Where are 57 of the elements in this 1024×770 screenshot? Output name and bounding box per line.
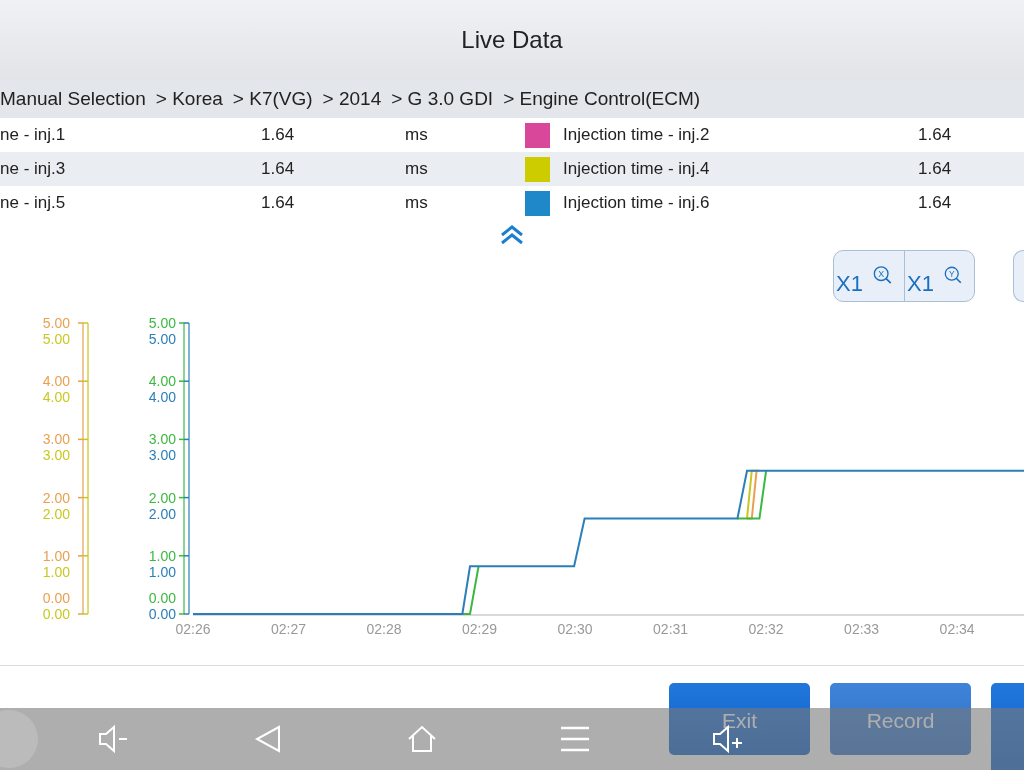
y-tick-label: 1.00 (42, 563, 70, 580)
x-tick-label: 02:33 (844, 621, 880, 637)
y-tick-label: 0.00 (42, 606, 70, 622)
y-tick-label: 5.00 (148, 315, 176, 331)
parameter-value: 1.64 (918, 159, 953, 179)
y-tick-label: 2.00 (148, 489, 176, 506)
breadcrumb-item[interactable]: > G 3.0 GDI (391, 88, 494, 110)
breadcrumb-item[interactable]: > Korea (155, 88, 223, 110)
zoom-button[interactable]: X1 Y (904, 251, 974, 301)
breadcrumb-item[interactable]: > Engine Control(ECM) (503, 88, 701, 110)
parameter-value: 1.64 (261, 159, 296, 179)
parameter-name: Injection time - inj.6 (563, 193, 711, 213)
x-tick-label: 02:31 (653, 621, 689, 637)
y-tick-label: 3.00 (148, 431, 176, 448)
parameter-value: 1.64 (918, 193, 953, 213)
y-tick-label: 5.00 (42, 315, 70, 331)
y-tick-label: 4.00 (42, 373, 70, 390)
x-tick-label: 02:28 (366, 621, 402, 637)
y-tick-label: 0.00 (148, 606, 176, 622)
x-tick-label: 02:34 (939, 621, 975, 637)
parameter-name: ne - inj.5 (0, 193, 67, 213)
window-title: Live Data (461, 26, 563, 54)
x-tick-label: 02:27 (271, 621, 307, 637)
parameter-name: ne - inj.1 (0, 125, 67, 145)
y-tick-label: 3.00 (42, 431, 70, 448)
parameter-value: 1.64 (261, 125, 296, 145)
y-tick-label: 2.00 (42, 505, 70, 522)
y-tick-label: 1.00 (42, 547, 70, 564)
x-tick-label: 02:30 (557, 621, 593, 637)
parameter-unit: ms (405, 193, 429, 213)
breadcrumb-item[interactable]: > 2014 (322, 88, 382, 110)
x-tick-label: 02:26 (175, 621, 211, 637)
y-tick-label: 5.00 (42, 331, 70, 347)
y-tick-label: 1.00 (148, 547, 176, 564)
y-tick-label: 3.00 (148, 447, 176, 464)
parameter-unit: ms (405, 159, 429, 179)
y-tick-label: 3.00 (42, 447, 70, 464)
x-tick-label: 02:29 (462, 621, 498, 637)
x-tick-label: 02:32 (748, 621, 784, 637)
parameter-unit: ms (405, 125, 429, 145)
parameter-name: Injection time - inj.2 (563, 125, 711, 145)
y-tick-label: 1.00 (148, 563, 176, 580)
y-tick-label: 0.00 (148, 590, 176, 606)
y-tick-label: 5.00 (148, 331, 176, 347)
y-tick-label: 0.00 (42, 590, 70, 606)
breadcrumb-item[interactable]: > K7(VG) (232, 88, 313, 110)
y-tick-label: 4.00 (148, 389, 176, 406)
parameter-value: 1.64 (261, 193, 296, 213)
parameter-name: Injection time - inj.4 (563, 159, 711, 179)
zoom-button[interactable]: X1 X (834, 251, 904, 301)
y-tick-label: 4.00 (148, 373, 176, 390)
y-tick-label: 2.00 (42, 489, 70, 506)
y-tick-label: 2.00 (148, 505, 176, 522)
parameter-value: 1.64 (918, 125, 953, 145)
breadcrumb-item[interactable]: Manual Selection (0, 88, 146, 110)
y-tick-label: 4.00 (42, 389, 70, 406)
parameter-name: ne - inj.3 (0, 159, 67, 179)
